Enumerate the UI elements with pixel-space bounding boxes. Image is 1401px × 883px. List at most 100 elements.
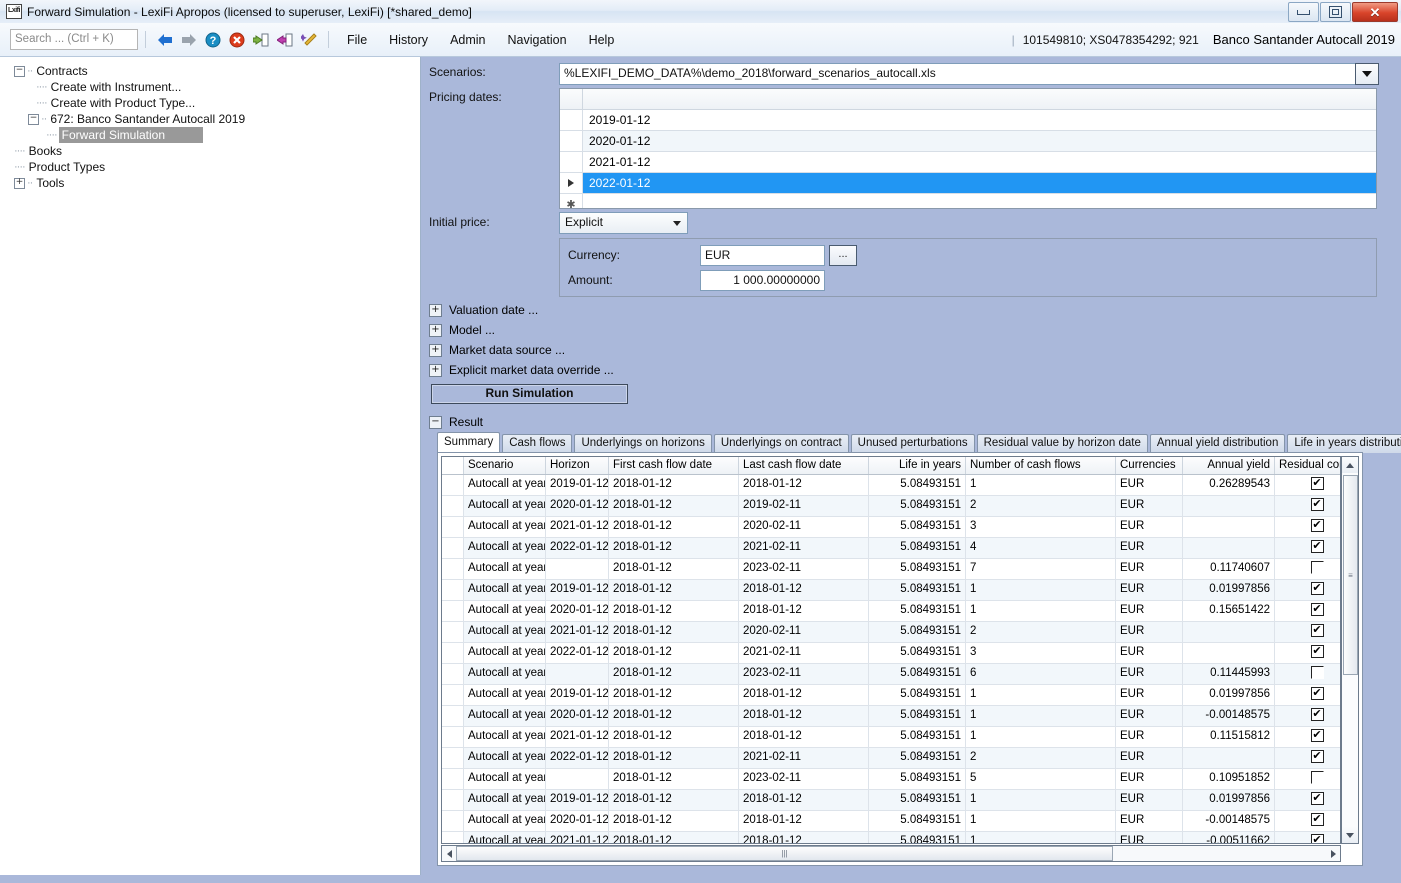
tree-item-create-with-product-type[interactable]: ···· Create with Product Type... — [36, 95, 420, 111]
export-icon[interactable] — [275, 30, 295, 50]
amount-input[interactable]: 1 000.00000000 — [700, 270, 825, 291]
scenarios-dropdown-button[interactable] — [1355, 63, 1379, 85]
grid-header-life-in-years[interactable]: Life in years — [869, 457, 966, 474]
menu-file[interactable]: File — [336, 31, 378, 49]
expander-icon[interactable]: + — [429, 363, 442, 377]
table-row[interactable]: Autocall at year 22020-01-122018-01-1220… — [442, 601, 1340, 622]
table-row[interactable]: Autocall at year 42021-01-122018-01-1220… — [442, 832, 1340, 843]
table-row[interactable]: Autocall at year 12019-01-122018-01-1220… — [442, 475, 1340, 496]
tab-underlyings-on-horizons[interactable]: Underlyings on horizons — [574, 434, 712, 453]
row-selector-cell[interactable] — [442, 622, 464, 642]
expander-icon[interactable]: − — [429, 415, 442, 429]
tree-item-tools[interactable]: + ·· Tools — [14, 175, 420, 191]
grid-cell-residual-contract[interactable]: ✔ — [1275, 685, 1340, 705]
tab-annual-yield-distribution[interactable]: Annual yield distribution — [1149, 434, 1286, 453]
section-market-data-source[interactable]: + Market data source ... — [429, 343, 565, 357]
grid-cell-residual-contract[interactable]: ✔ — [1275, 790, 1340, 810]
grid-header-currencies[interactable]: Currencies — [1116, 457, 1183, 474]
checkbox-checked-icon[interactable]: ✔ — [1310, 792, 1324, 806]
grid-cell-residual-contract[interactable]: ✔ — [1275, 811, 1340, 831]
row-selector-cell[interactable] — [442, 790, 464, 810]
grid-vertical-scrollbar[interactable]: ≡ — [1341, 456, 1359, 844]
minimize-button[interactable] — [1288, 2, 1319, 22]
grid-cell-residual-contract[interactable]: ✔ — [1275, 748, 1340, 768]
table-row[interactable]: Autocall at year 1 2018-01-122023-02-115.… — [442, 559, 1340, 580]
table-row[interactable]: Autocall at year 32019-01-122018-01-1220… — [442, 685, 1340, 706]
row-selector-cell[interactable] — [442, 706, 464, 726]
checkbox-checked-icon[interactable]: ✔ — [1310, 498, 1324, 512]
tab-summary[interactable]: Summary — [437, 432, 501, 453]
grid-cell-residual-contract[interactable]: ✔ — [1275, 727, 1340, 747]
grid-header-number-of-cash-flows[interactable]: Number of cash flows — [966, 457, 1116, 474]
pricing-date-row[interactable]: 2020-01-12 — [560, 131, 1376, 152]
grid-cell-residual-contract[interactable]: ✔ — [1275, 580, 1340, 600]
row-selector-cell[interactable] — [442, 601, 464, 621]
grid-cell-residual-contract[interactable]: ✔ — [1275, 538, 1340, 558]
row-selector-cell[interactable] — [442, 580, 464, 600]
search-input[interactable]: Search ... (Ctrl + K) — [10, 29, 138, 50]
tree-item-contracts[interactable]: − ·· Contracts — [14, 63, 420, 79]
grid-cell-residual-contract[interactable] — [1275, 664, 1340, 684]
expander-icon[interactable]: + — [429, 303, 442, 317]
tab-residual-value-by-horizon-date[interactable]: Residual value by horizon date — [976, 434, 1148, 453]
table-row[interactable]: Autocall at year 42019-01-122018-01-1220… — [442, 790, 1340, 811]
row-selector-cell[interactable] — [442, 811, 464, 831]
table-row[interactable]: Autocall at year 22022-01-122018-01-1220… — [442, 643, 1340, 664]
checkbox-checked-icon[interactable]: ✔ — [1310, 834, 1324, 843]
grid-header-horizon[interactable]: Horizon — [546, 457, 609, 474]
expander-icon[interactable]: − — [14, 65, 25, 77]
grid-cell-residual-contract[interactable]: ✔ — [1275, 517, 1340, 537]
section-valuation-date[interactable]: + Valuation date ... — [429, 303, 538, 317]
checkbox-checked-icon[interactable]: ✔ — [1310, 729, 1324, 743]
tree-item-create-with-instrument[interactable]: ···· Create with Instrument... — [36, 79, 420, 95]
table-row[interactable]: Autocall at year 32022-01-122018-01-1220… — [442, 748, 1340, 769]
back-arrow-icon[interactable] — [155, 30, 175, 50]
row-selector-cell[interactable] — [442, 832, 464, 843]
scroll-thumb[interactable]: ≡ — [1343, 475, 1358, 675]
pricing-date-new-row[interactable]: ✱ — [560, 194, 1376, 208]
expander-icon[interactable]: + — [14, 177, 25, 189]
expander-icon[interactable]: + — [429, 323, 442, 337]
row-selector-cell[interactable] — [442, 748, 464, 768]
tab-underlyings-on-contract[interactable]: Underlyings on contract — [713, 434, 849, 453]
table-row[interactable]: Autocall at year 12020-01-122018-01-1220… — [442, 496, 1340, 517]
tree-item-forward-simulation[interactable]: ···· Forward Simulation — [46, 127, 420, 143]
checkbox-unchecked-icon[interactable] — [1310, 561, 1324, 575]
table-row[interactable]: Autocall at year 22019-01-122018-01-1220… — [442, 580, 1340, 601]
checkbox-checked-icon[interactable]: ✔ — [1310, 645, 1324, 659]
maximize-button[interactable] — [1320, 2, 1351, 22]
table-row[interactable]: Autocall at year 32021-01-122018-01-1220… — [442, 727, 1340, 748]
row-selector-cell[interactable] — [442, 727, 464, 747]
row-selector-cell[interactable] — [442, 559, 464, 579]
cancel-icon[interactable] — [227, 30, 247, 50]
section-explicit-market-data-override[interactable]: + Explicit market data override ... — [429, 363, 614, 377]
checkbox-checked-icon[interactable]: ✔ — [1310, 540, 1324, 554]
menu-navigation[interactable]: Navigation — [497, 31, 578, 49]
summary-grid[interactable]: Scenario Horizon First cash flow date La… — [441, 456, 1341, 844]
scroll-right-button[interactable] — [1326, 847, 1340, 860]
row-selector-cell[interactable] — [442, 517, 464, 537]
grid-header-annual-yield[interactable]: Annual yield — [1183, 457, 1275, 474]
checkbox-checked-icon[interactable]: ✔ — [1310, 708, 1324, 722]
grid-cell-residual-contract[interactable]: ✔ — [1275, 496, 1340, 516]
currency-input[interactable]: EUR — [700, 245, 825, 266]
grid-cell-residual-contract[interactable] — [1275, 769, 1340, 789]
row-selector-cell[interactable] — [442, 643, 464, 663]
grid-cell-residual-contract[interactable]: ✔ — [1275, 622, 1340, 642]
tab-cash-flows[interactable]: Cash flows — [502, 434, 573, 453]
grid-header-first-cash-flow-date[interactable]: First cash flow date — [609, 457, 739, 474]
row-selector-cell[interactable] — [442, 664, 464, 684]
menu-admin[interactable]: Admin — [439, 31, 496, 49]
row-selector-cell[interactable] — [442, 475, 464, 495]
grid-cell-residual-contract[interactable]: ✔ — [1275, 601, 1340, 621]
tree-item-product-types[interactable]: ···· Product Types — [14, 159, 420, 175]
import-icon[interactable] — [251, 30, 271, 50]
hscroll-thumb[interactable]: ||| — [456, 846, 1113, 861]
checkbox-unchecked-icon[interactable] — [1310, 666, 1324, 680]
pricing-dates-grid[interactable]: 2019-01-12 2020-01-12 2021-01-12 2022-01… — [559, 88, 1377, 209]
grid-cell-residual-contract[interactable]: ✔ — [1275, 643, 1340, 663]
pricing-date-row[interactable]: 2021-01-12 — [560, 152, 1376, 173]
currency-browse-button[interactable]: ... — [829, 245, 857, 266]
forward-arrow-icon[interactable] — [179, 30, 199, 50]
help-icon[interactable]: ? — [203, 30, 223, 50]
